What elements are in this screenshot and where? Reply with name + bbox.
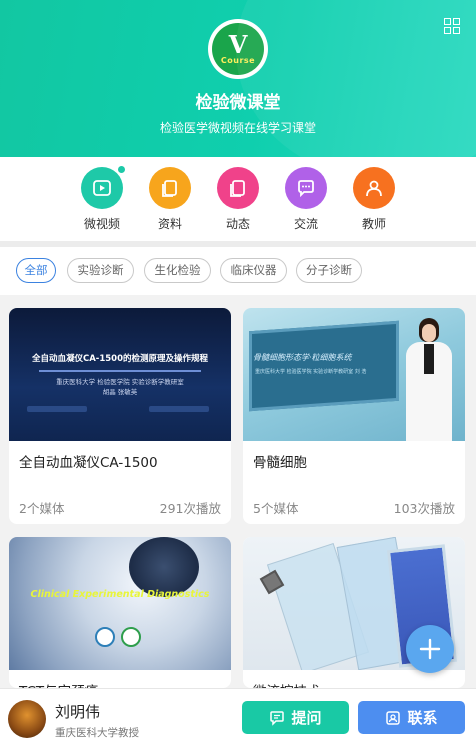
- course-title: TCT与宫颈癌: [19, 680, 98, 688]
- chat-icon: [285, 167, 327, 209]
- course-thumbnail: 全自动血凝仪CA-1500的检测原理及操作规程 重庆医科大学 检验医学院 实验诊…: [9, 308, 231, 441]
- play-count: 291次播放: [159, 501, 221, 516]
- course-card[interactable]: 骨髓细胞形态学·粒细胞系统 重庆医科大学 检验医学院 实验诊断学教研室 刘 浩 …: [243, 308, 465, 524]
- category-nav: 微视频 资料 动态 交流 教师: [0, 157, 476, 241]
- plus-icon: [419, 638, 441, 660]
- nav-item-materials[interactable]: 资料: [140, 167, 200, 232]
- ask-button[interactable]: 提问: [242, 701, 349, 734]
- nav-item-videos[interactable]: 微视频: [72, 164, 132, 232]
- teacher-org: 重庆医科大学教授: [55, 727, 139, 739]
- filter-bar: 全部 实验诊断 生化检验 临床仪器 分子诊断: [0, 247, 476, 295]
- course-thumbnail: Clinical Experimental Diagnostics: [9, 537, 231, 670]
- avatar[interactable]: [8, 700, 46, 738]
- course-card[interactable]: Clinical Experimental Diagnostics TCT与宫颈…: [9, 537, 231, 688]
- question-chat-icon: [270, 710, 285, 726]
- page-subtitle: 检验医学微视频在线学习课堂: [159, 121, 316, 135]
- course-title: 微流控技术: [253, 680, 321, 688]
- video-icon: [81, 164, 127, 209]
- add-button[interactable]: [406, 625, 454, 673]
- school-emblem-icon: [95, 627, 115, 647]
- course-card[interactable]: 全自动血凝仪CA-1500的检测原理及操作规程 重庆医科大学 检验医学院 实验诊…: [9, 308, 231, 524]
- filter-chip-biochem[interactable]: 生化检验: [144, 258, 211, 283]
- filter-chip-all[interactable]: 全部: [16, 258, 56, 283]
- media-count: 2个媒体: [19, 501, 65, 516]
- college-emblem-icon: [121, 627, 141, 647]
- course-title: 骨髓细胞: [253, 455, 307, 471]
- nav-item-teachers[interactable]: 教师: [344, 167, 404, 232]
- page-title: 检验微课堂: [195, 93, 281, 113]
- filter-chip-lab-diagnosis[interactable]: 实验诊断: [67, 258, 134, 283]
- course-title: 全自动血凝仪CA-1500: [19, 455, 158, 471]
- contact-icon: [386, 710, 401, 725]
- nav-item-news[interactable]: 动态: [208, 167, 268, 232]
- nav-item-chat[interactable]: 交流: [276, 167, 336, 232]
- teacher-icon: [353, 167, 395, 209]
- teacher-name: 刘明伟: [55, 703, 101, 721]
- play-count: 103次播放: [393, 501, 455, 516]
- header-banner: V Course 检验微课堂 检验医学微视频在线学习课堂: [0, 0, 476, 157]
- teacher-bar: 刘明伟 重庆医科大学教授 提问 联系: [0, 688, 476, 746]
- filter-chip-molecular[interactable]: 分子诊断: [296, 258, 362, 283]
- filter-chip-instruments[interactable]: 临床仪器: [220, 258, 287, 283]
- contact-button[interactable]: 联系: [358, 701, 465, 734]
- media-count: 5个媒体: [253, 501, 299, 516]
- document-icon: [149, 167, 191, 209]
- course-logo: V Course: [208, 19, 268, 79]
- course-thumbnail: 骨髓细胞形态学·粒细胞系统 重庆医科大学 检验医学院 实验诊断学教研室 刘 浩: [243, 308, 465, 441]
- new-badge: [116, 164, 127, 175]
- dynamic-icon: [217, 167, 259, 209]
- qr-code-icon[interactable]: [444, 18, 460, 34]
